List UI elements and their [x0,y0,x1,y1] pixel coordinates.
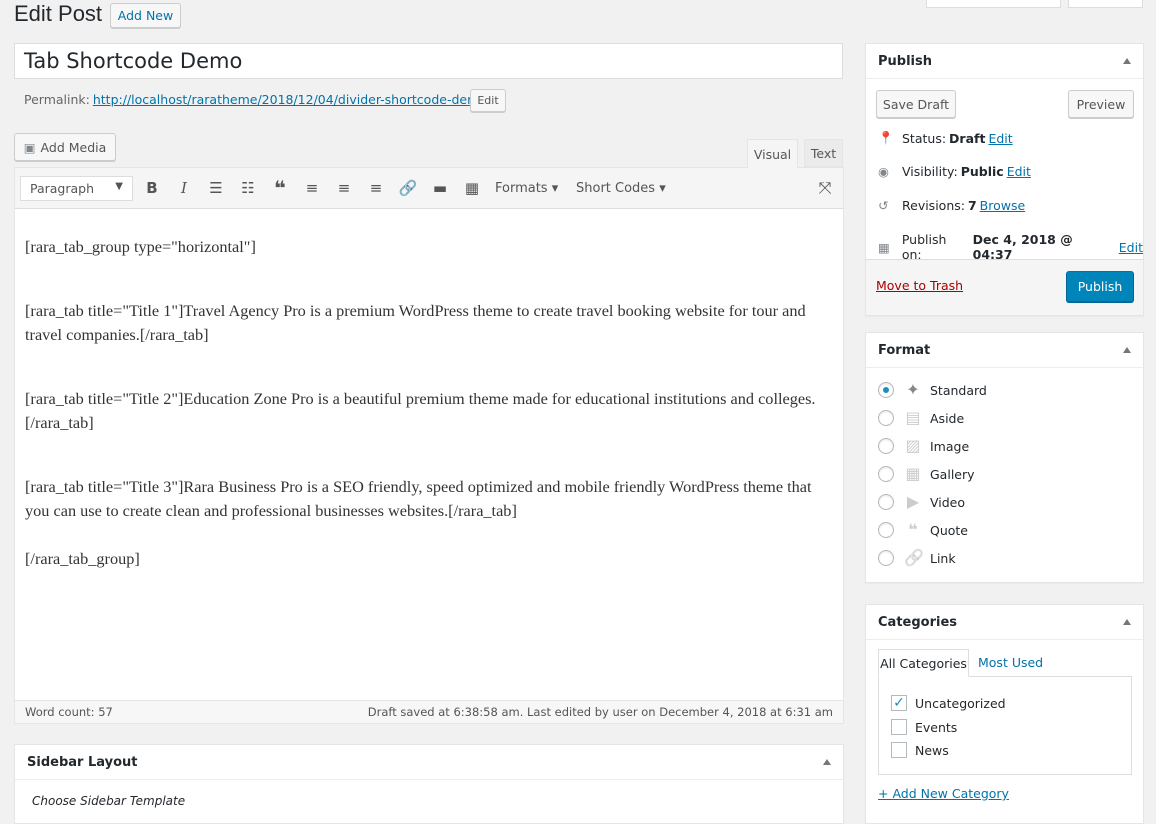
sidebar-layout-box: Sidebar Layout Choose Sidebar Template [14,744,844,824]
category-uncategorized[interactable]: ✓ Uncategorized [891,695,1006,711]
screen-options-button[interactable] [926,0,1061,8]
align-right-icon[interactable]: ≡ [364,168,388,208]
checkbox-checked[interactable]: ✓ [891,695,907,711]
category-list: ✓ Uncategorized Events News [878,676,1132,775]
paragraph-select[interactable]: Paragraph ▼ [20,176,133,201]
tab-visual[interactable]: Visual [747,139,798,168]
italic-icon[interactable]: I [172,168,196,208]
publish-box: Publish Save Draft Preview 📍 Status: Draft… [865,43,1144,316]
eye-icon: ◉ [878,164,889,179]
revisions-browse-link[interactable]: Browse [980,198,1026,213]
sidebar-layout-title: Sidebar Layout [27,754,138,770]
collapse-icon[interactable] [1123,619,1131,625]
numbered-list-icon[interactable]: ☷ [236,168,260,208]
format-title: Format [878,342,931,358]
content-paragraph: [/rara_tab_group] [25,549,140,568]
fullscreen-icon[interactable]: ⤧ [813,168,837,208]
format-option-image[interactable]: ▨ Image [878,437,969,455]
page-title: Edit Post [14,1,103,26]
tab-all-categories[interactable]: All Categories [878,649,969,677]
gallery-icon: ▦ [905,464,921,483]
sidebar-layout-subtitle: Choose Sidebar Template [32,794,186,808]
pin-icon: 📍 [878,130,894,145]
editor-status-bar: Word count: 57 Draft saved at 6:38:58 am… [15,700,843,723]
publish-title: Publish [878,53,932,69]
align-left-icon[interactable]: ≡ [300,168,324,208]
category-events[interactable]: Events [891,719,957,735]
collapse-icon[interactable] [823,759,831,765]
add-media-button[interactable]: ▣ Add Media [14,133,116,161]
revisions-icon: ↺ [878,198,889,213]
image-icon: ▨ [905,436,921,455]
publish-on-edit-link[interactable]: Edit [1119,240,1143,255]
short-codes-menu[interactable]: Short Codes ▾ [576,168,666,208]
add-new-button[interactable]: Add New [110,3,181,28]
word-count: Word count: 57 [25,705,113,719]
chevron-down-icon: ▼ [115,181,123,192]
publish-button[interactable]: Publish [1066,271,1134,302]
tab-most-used[interactable]: Most Used [978,655,1043,670]
preview-button[interactable]: Preview [1068,90,1134,118]
format-option-link[interactable]: 🔗 Link [878,549,956,567]
video-icon: ▶ [906,492,920,511]
visibility-edit-link[interactable]: Edit [1007,164,1031,179]
bullet-list-icon[interactable]: ☰ [204,168,228,208]
editor: Paragraph ▼ B I ☰ ☷ ❝ ≡ ≡ ≡ 🔗 ▬ ▦ Formats… [14,167,844,724]
save-draft-button[interactable]: Save Draft [876,90,956,118]
content-paragraph: [rara_tab title="Title 1"]Travel Agency … [25,301,806,344]
read-more-icon[interactable]: ▬ [428,168,452,208]
pin-icon: ✦ [906,380,920,399]
aside-icon: ▤ [905,408,921,427]
formats-menu[interactable]: Formats ▾ [495,168,558,208]
format-option-quote[interactable]: ❝ Quote [878,521,968,539]
format-option-video[interactable]: ▶ Video [878,493,965,511]
format-option-aside[interactable]: ▤ Aside [878,409,964,427]
bold-icon[interactable]: B [140,168,164,208]
content-paragraph: [rara_tab title="Title 3"]Rara Business … [25,477,812,520]
help-button[interactable] [1068,0,1143,8]
permalink-link[interactable]: http://localhost/raratheme/2018/12/04/di… [93,92,491,107]
move-to-trash-link[interactable]: Move to Trash [876,278,963,293]
categories-box: Categories All Categories Most Used ✓ Unc… [865,604,1144,824]
content-paragraph: [rara_tab_group type="horizontal"] [25,237,256,256]
permalink-label: Permalink: [24,92,90,107]
add-new-category-link[interactable]: + Add New Category [878,786,1009,801]
align-center-icon[interactable]: ≡ [332,168,356,208]
permalink-edit-button[interactable]: Edit [470,89,506,112]
link-icon[interactable]: 🔗 [396,168,420,208]
media-icon: ▣ [23,139,36,155]
link-icon: 🔗 [904,548,924,567]
toolbar-toggle-icon[interactable]: ▦ [460,168,484,208]
tab-text[interactable]: Text [804,139,843,167]
draft-status: Draft saved at 6:38:58 am. Last edited b… [367,705,833,719]
collapse-icon[interactable] [1123,58,1131,64]
blockquote-icon[interactable]: ❝ [268,168,292,208]
format-option-standard[interactable]: ✦ Standard [878,381,987,399]
calendar-icon: ▦ [878,239,890,255]
title-input[interactable]: Tab Shortcode Demo [14,43,843,79]
quote-icon: ❝ [908,520,918,539]
content-paragraph: [rara_tab title="Title 2"]Education Zone… [25,389,816,432]
format-box: Format ✦ Standard ▤ Aside ▨ Image ▦ Gallery … [865,332,1144,583]
editor-toolbar: Paragraph ▼ B I ☰ ☷ ❝ ≡ ≡ ≡ 🔗 ▬ ▦ Formats… [15,168,843,209]
category-news[interactable]: News [891,742,949,758]
status-edit-link[interactable]: Edit [988,131,1012,146]
format-option-gallery[interactable]: ▦ Gallery [878,465,975,483]
collapse-icon[interactable] [1123,347,1131,353]
categories-title: Categories [878,614,958,630]
